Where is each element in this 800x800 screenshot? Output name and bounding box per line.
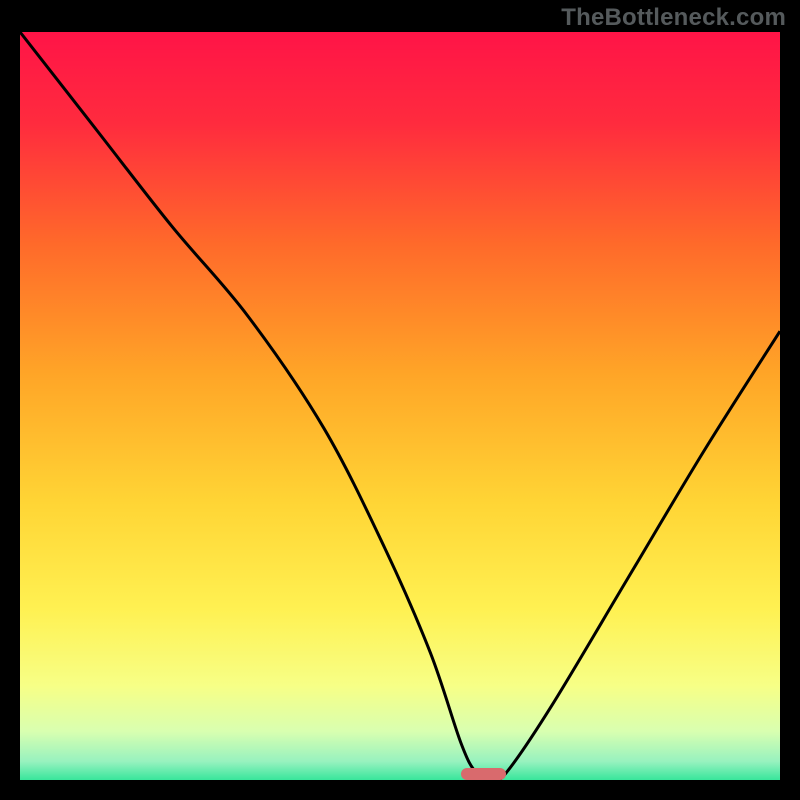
bottleneck-curve <box>20 32 780 780</box>
plot-area <box>20 32 780 780</box>
watermark-text: TheBottleneck.com <box>561 4 786 32</box>
optimal-marker <box>461 768 507 780</box>
chart-frame: TheBottleneck.com <box>0 0 800 800</box>
